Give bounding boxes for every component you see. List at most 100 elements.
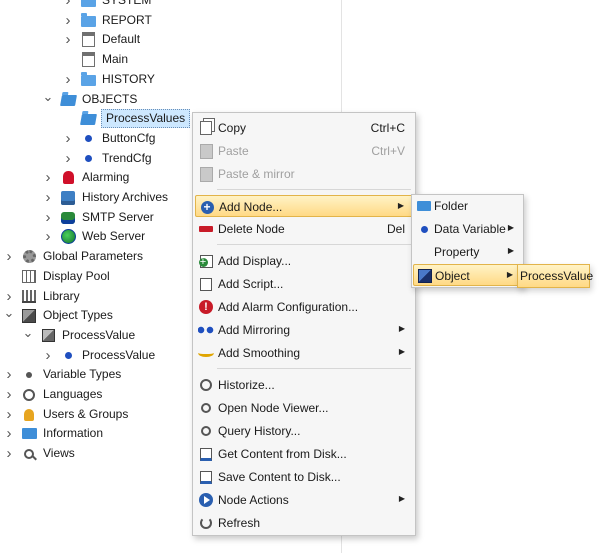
menu-query-history[interactable]: Query History... — [195, 420, 413, 442]
chevron-right-icon[interactable]: › — [3, 406, 15, 423]
tree-node[interactable]: ›ProcessValues — [62, 109, 191, 128]
tree-node[interactable]: ›Main — [62, 50, 128, 69]
menu-query-history-label: Query History... — [218, 424, 301, 438]
folder-icon — [80, 0, 96, 9]
chevron-down-icon[interactable]: ⌄ — [3, 305, 15, 320]
menu-historize[interactable]: Historize... — [195, 374, 413, 396]
chevron-right-icon[interactable]: › — [3, 366, 15, 383]
tree-node[interactable]: › Alarming — [42, 168, 130, 187]
submenu-arrow-icon: ▶ — [397, 201, 404, 210]
tree-node-label: Global Parameters — [43, 249, 144, 263]
chevron-right-icon[interactable]: › — [3, 288, 15, 305]
menu-copy-shortcut: Ctrl+C — [370, 121, 405, 135]
chevron-right-icon[interactable]: › — [3, 248, 15, 265]
submenu-data-variable-label: Data Variable — [434, 222, 506, 236]
chevron-right-icon[interactable]: › — [3, 425, 15, 442]
menu-add-display[interactable]: Add Display... — [195, 250, 413, 272]
menu-historize-label: Historize... — [218, 378, 275, 392]
paste-icon — [198, 143, 214, 159]
tree-node-label: Variable Types — [43, 367, 122, 381]
add-node-submenu: Folder Data Variable ▶ Property ▶ Object… — [411, 194, 524, 288]
menu-paste[interactable]: Paste Ctrl+V — [195, 140, 413, 162]
folder-icon — [80, 72, 96, 88]
chevron-right-icon[interactable]: › — [62, 150, 74, 167]
submenu-object-label: Object — [435, 269, 470, 283]
tree-node[interactable]: › Views — [3, 444, 75, 463]
chevron-right-icon[interactable]: › — [42, 189, 54, 206]
alarm-bell-icon — [60, 170, 76, 186]
submenu-object[interactable]: Object ▶ — [413, 264, 522, 286]
menu-get-content-label: Get Content from Disk... — [218, 447, 347, 461]
tree-node[interactable]: › Languages — [3, 385, 103, 404]
tree-node[interactable]: › Library — [3, 287, 80, 306]
tree-node[interactable]: › ButtonCfg — [62, 129, 156, 148]
menu-node-actions[interactable]: Node Actions ▶ — [195, 489, 413, 511]
menu-paste-mirror[interactable]: Paste & mirror — [195, 163, 413, 185]
tree-node[interactable]: › TrendCfg — [62, 149, 152, 168]
menu-open-node-viewer[interactable]: Open Node Viewer... — [195, 397, 413, 419]
object-cube-icon — [417, 268, 433, 284]
chevron-right-icon[interactable]: › — [62, 0, 74, 9]
menu-save-content[interactable]: Save Content to Disk... — [195, 466, 413, 488]
chevron-right-icon[interactable]: › — [42, 347, 54, 364]
display-pool-icon — [21, 269, 37, 285]
chevron-right-icon[interactable]: › — [62, 31, 74, 48]
submenu-arrow-icon: ▶ — [507, 246, 514, 255]
chevron-right-icon[interactable]: › — [62, 71, 74, 88]
search-icon — [198, 400, 214, 416]
alarm-icon: ! — [198, 299, 214, 315]
object-type-submenu[interactable]: ProcessValue — [517, 264, 593, 288]
chevron-down-icon[interactable]: ⌄ — [22, 325, 34, 340]
folder-open-icon — [59, 92, 77, 108]
chevron-right-icon[interactable]: › — [42, 228, 54, 245]
tree-node[interactable]: ⌄ Object Types — [3, 305, 113, 325]
submenu-property[interactable]: Property ▶ — [413, 241, 522, 263]
submenu-arrow-icon: ▶ — [398, 324, 405, 333]
tree-node-label: HISTORY — [102, 72, 155, 86]
tree-node[interactable]: › Web Server — [42, 227, 146, 246]
menu-add-node[interactable]: + Add Node... ▶ — [195, 195, 413, 217]
chevron-right-icon[interactable]: › — [3, 445, 15, 462]
menu-get-content[interactable]: Get Content from Disk... — [195, 443, 413, 465]
tree-node[interactable]: ⌄ ProcessValue — [22, 325, 136, 345]
object-dot-icon — [80, 131, 96, 147]
chevron-down-icon[interactable]: ⌄ — [42, 89, 54, 104]
menu-add-display-label: Add Display... — [218, 254, 292, 268]
menu-add-mirroring-label: Add Mirroring — [218, 323, 291, 337]
tree-node[interactable]: › Variable Types — [3, 365, 122, 384]
tree-node-label: Users & Groups — [43, 407, 129, 421]
chevron-right-icon[interactable]: › — [62, 130, 74, 147]
tree-node[interactable]: › Information — [3, 424, 104, 443]
add-node-icon: + — [199, 199, 215, 215]
menu-paste-label: Paste — [218, 144, 249, 158]
menu-delete-node[interactable]: Delete Node Del — [195, 218, 413, 240]
chevron-right-icon[interactable]: › — [62, 12, 74, 29]
delete-node-icon — [198, 221, 214, 237]
menu-add-smoothing[interactable]: Add Smoothing ▶ — [195, 342, 413, 364]
tree-node[interactable]: › SMTP Server — [42, 208, 154, 227]
tree-node[interactable]: › Default — [62, 30, 141, 49]
chevron-right-icon[interactable]: › — [42, 169, 54, 186]
history-archive-icon — [60, 190, 76, 206]
menu-add-alarm[interactable]: ! Add Alarm Configuration... — [195, 296, 413, 318]
tree-node[interactable]: ⌄ OBJECTS — [42, 89, 137, 109]
tree-node[interactable]: › History Archives — [42, 188, 169, 207]
tree-node[interactable]: › Users & Groups — [3, 405, 129, 424]
submenu-folder[interactable]: Folder — [413, 195, 522, 217]
mirroring-icon — [198, 322, 214, 338]
tree-node[interactable]: › SYSTEM — [62, 0, 151, 10]
chevron-right-icon[interactable]: › — [42, 209, 54, 226]
tree-node[interactable]: › REPORT — [62, 11, 152, 30]
tree-node[interactable]: › HISTORY — [62, 70, 155, 89]
tree-node[interactable]: ›Display Pool — [3, 267, 110, 286]
menu-add-script[interactable]: Add Script... — [195, 273, 413, 295]
chevron-right-icon[interactable]: › — [3, 386, 15, 403]
menu-copy[interactable]: Copy Ctrl+C — [195, 117, 413, 139]
tree-node[interactable]: › ProcessValue — [42, 346, 156, 365]
tree-node[interactable]: › Global Parameters — [3, 247, 144, 266]
tree-node-label: ProcessValue — [62, 328, 136, 342]
variable-type-icon — [21, 367, 37, 383]
menu-add-mirroring[interactable]: Add Mirroring ▶ — [195, 319, 413, 341]
menu-refresh[interactable]: Refresh — [195, 512, 413, 534]
submenu-data-variable[interactable]: Data Variable ▶ — [413, 218, 522, 240]
